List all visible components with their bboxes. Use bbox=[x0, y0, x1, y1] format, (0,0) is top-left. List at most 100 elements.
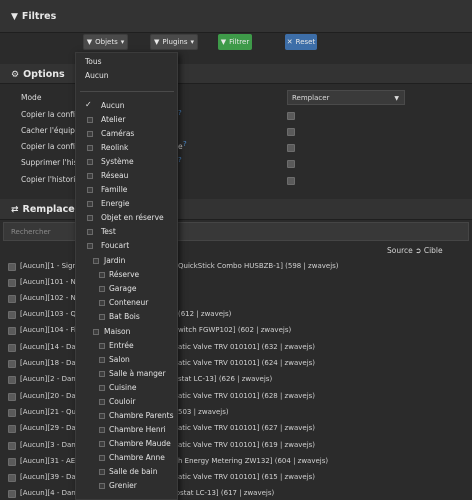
checkbox-icon[interactable] bbox=[93, 329, 99, 335]
dropdown-item[interactable]: Jardin bbox=[104, 256, 177, 265]
checkbox-icon[interactable] bbox=[99, 343, 105, 349]
filter-icon: ▼ bbox=[220, 38, 227, 46]
dropdown-item[interactable]: Cuisine bbox=[109, 383, 177, 392]
checkbox-icon[interactable] bbox=[99, 385, 105, 391]
search-input[interactable]: Rechercher bbox=[3, 222, 469, 241]
checkbox-icon[interactable] bbox=[99, 371, 105, 377]
remplacements-panel-header: ⇄ Remplacements bbox=[0, 199, 472, 220]
plugins-dropdown-button[interactable]: ▼ Plugins ▾ bbox=[150, 34, 198, 50]
checkbox-icon[interactable] bbox=[87, 187, 93, 193]
checkbox-icon[interactable] bbox=[87, 229, 93, 235]
checkbox-icon[interactable] bbox=[87, 131, 93, 137]
dropdown-item-tous[interactable]: Tous bbox=[85, 57, 177, 66]
row-checkbox[interactable] bbox=[8, 263, 16, 271]
checkbox-icon[interactable] bbox=[87, 173, 93, 179]
dropdown-item[interactable]: Couloir bbox=[109, 397, 177, 406]
dropdown-item[interactable]: Caméras bbox=[101, 129, 177, 138]
checkbox-icon[interactable] bbox=[99, 483, 105, 489]
dropdown-item[interactable]: Chambre Parents bbox=[109, 411, 177, 420]
checkbox-icon[interactable] bbox=[99, 413, 105, 419]
table-row: [Aucun][18 - Da atic Valve TRV 010101] (6… bbox=[0, 356, 472, 372]
dropdown-item[interactable]: Famille bbox=[101, 185, 177, 194]
dropdown-item[interactable]: Maison bbox=[104, 327, 177, 336]
option-checkbox[interactable] bbox=[287, 177, 295, 185]
dropdown-item[interactable]: Entrée bbox=[109, 341, 177, 350]
checkbox-icon[interactable] bbox=[87, 201, 93, 207]
dropdown-item[interactable]: Test bbox=[101, 227, 177, 236]
row-checkbox[interactable] bbox=[8, 458, 16, 466]
dropdown-item[interactable]: Grenier bbox=[109, 481, 177, 490]
row-source-text: [Aucun][104 - Fi bbox=[20, 326, 76, 334]
checkbox-icon[interactable] bbox=[87, 215, 93, 221]
row-checkbox[interactable] bbox=[8, 393, 16, 401]
checkbox-icon[interactable] bbox=[99, 357, 105, 363]
dropdown-item[interactable]: Chambre Maude bbox=[109, 439, 177, 448]
checkbox-icon[interactable] bbox=[99, 455, 105, 461]
dropdown-item[interactable]: Chambre Henri bbox=[109, 425, 177, 434]
dropdown-item[interactable]: Salon bbox=[109, 355, 177, 364]
dropdown-item[interactable]: Réseau bbox=[101, 171, 177, 180]
option-checkbox[interactable] bbox=[287, 144, 295, 152]
checkbox-icon[interactable] bbox=[99, 286, 105, 292]
row-target-text: h Energy Metering ZW132] (604 | zwavejs) bbox=[178, 457, 329, 465]
row-checkbox[interactable] bbox=[8, 474, 16, 482]
option-checkbox[interactable] bbox=[287, 128, 295, 136]
checkbox-icon[interactable] bbox=[87, 145, 93, 151]
option-checkbox[interactable] bbox=[287, 160, 295, 168]
row-checkbox[interactable] bbox=[8, 311, 16, 319]
dropdown-item[interactable]: Bat Bois bbox=[109, 312, 177, 321]
checkbox-icon[interactable] bbox=[99, 314, 105, 320]
checkbox-icon[interactable] bbox=[99, 469, 105, 475]
dropdown-item[interactable]: Energie bbox=[101, 199, 177, 208]
checkbox-icon[interactable] bbox=[87, 243, 93, 249]
objets-dropdown-button[interactable]: ▼ Objets ▾ bbox=[83, 34, 128, 50]
dropdown-item[interactable]: Reolink bbox=[101, 143, 177, 152]
dropdown-item[interactable]: Réserve bbox=[109, 270, 177, 279]
options-title: Options bbox=[23, 69, 65, 80]
dropdown-item-aucun[interactable]: Aucun bbox=[85, 71, 177, 80]
checkbox-icon[interactable] bbox=[87, 159, 93, 165]
row-checkbox[interactable] bbox=[8, 425, 16, 433]
option-checkbox[interactable] bbox=[287, 112, 295, 120]
row-source-text: [Aucun][103 - Q bbox=[20, 310, 76, 318]
arrow-circle-right-icon: ➲ bbox=[415, 246, 422, 255]
help-icon[interactable]: ? bbox=[178, 156, 182, 164]
checkbox-icon[interactable] bbox=[99, 300, 105, 306]
gears-icon: ⚙ bbox=[11, 70, 20, 80]
row-checkbox[interactable] bbox=[8, 360, 16, 368]
dropdown-item[interactable]: Aucun bbox=[101, 101, 177, 110]
filtrer-button[interactable]: ▼ Filtrer bbox=[218, 34, 252, 50]
dropdown-item[interactable]: Chambre Anne bbox=[109, 453, 177, 462]
dropdown-item[interactable]: Atelier bbox=[101, 115, 177, 124]
dropdown-item[interactable]: Foucart bbox=[101, 241, 177, 250]
row-checkbox[interactable] bbox=[8, 295, 16, 303]
checkbox-icon[interactable] bbox=[93, 258, 99, 264]
reset-button[interactable]: ✕ Reset bbox=[285, 34, 317, 50]
row-checkbox[interactable] bbox=[8, 442, 16, 450]
checkbox-icon[interactable] bbox=[99, 272, 105, 278]
table-row: [Aucun][103 - Q (612 | zwavejs) bbox=[0, 307, 472, 323]
dropdown-item[interactable]: Salle de bain bbox=[109, 467, 177, 476]
row-checkbox[interactable] bbox=[8, 490, 16, 498]
table-row: [Aucun][2 - Dan stat LC-13] (626 | zwavej… bbox=[0, 372, 472, 388]
dropdown-item[interactable]: Conteneur bbox=[109, 298, 177, 307]
checkbox-icon[interactable] bbox=[87, 117, 93, 123]
row-source-text: [Aucun][2 - Dan bbox=[20, 375, 76, 383]
row-checkbox[interactable] bbox=[8, 409, 16, 417]
dropdown-item[interactable]: Objet en réserve bbox=[101, 213, 177, 222]
reset-label: Reset bbox=[295, 38, 316, 46]
checkbox-icon[interactable] bbox=[99, 427, 105, 433]
mode-select[interactable]: Remplacer ▼ bbox=[287, 90, 405, 105]
dropdown-item[interactable]: Garage bbox=[109, 284, 177, 293]
row-target-text: stat LC-13] (626 | zwavejs) bbox=[178, 375, 273, 383]
row-checkbox[interactable] bbox=[8, 279, 16, 287]
row-checkbox[interactable] bbox=[8, 344, 16, 352]
dropdown-item[interactable]: Salle à manger bbox=[109, 369, 177, 378]
row-checkbox[interactable] bbox=[8, 327, 16, 335]
help-icon[interactable]: ? bbox=[183, 140, 187, 148]
help-icon[interactable]: ? bbox=[178, 109, 182, 117]
checkbox-icon[interactable] bbox=[99, 441, 105, 447]
row-checkbox[interactable] bbox=[8, 376, 16, 384]
checkbox-icon[interactable] bbox=[99, 399, 105, 405]
dropdown-item[interactable]: Système bbox=[101, 157, 177, 166]
